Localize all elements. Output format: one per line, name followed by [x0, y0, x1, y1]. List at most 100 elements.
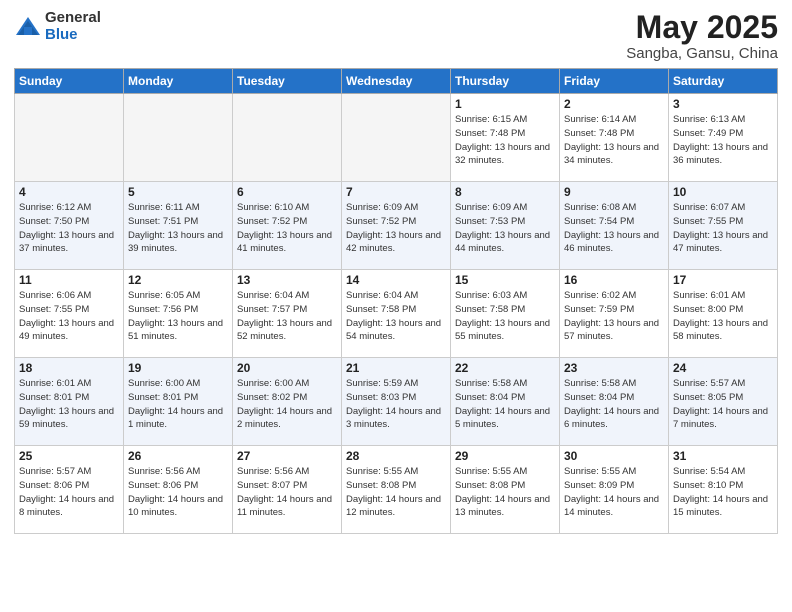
- date-number: 10: [673, 185, 773, 199]
- logo-icon: [14, 13, 42, 41]
- cell-info: Sunrise: 5:57 AM Sunset: 8:05 PM Dayligh…: [673, 377, 773, 432]
- cal-cell-4-4: 21 Sunrise: 5:59 AM Sunset: 8:03 PM Dayli…: [342, 358, 451, 446]
- calendar-table: SundayMondayTuesdayWednesdayThursdayFrid…: [14, 68, 778, 534]
- date-number: 12: [128, 273, 228, 287]
- week-row-4: 18 Sunrise: 6:01 AM Sunset: 8:01 PM Dayli…: [15, 358, 778, 446]
- cell-info: Sunrise: 6:02 AM Sunset: 7:59 PM Dayligh…: [564, 289, 664, 344]
- week-row-2: 4 Sunrise: 6:12 AM Sunset: 7:50 PM Daylig…: [15, 182, 778, 270]
- day-header-saturday: Saturday: [669, 69, 778, 94]
- cal-cell-5-1: 25Sunrise: 5:57 AM Sunset: 8:06 PM Dayli…: [15, 446, 124, 534]
- date-number: 17: [673, 273, 773, 287]
- cell-info: Sunrise: 6:08 AM Sunset: 7:54 PM Dayligh…: [564, 201, 664, 256]
- date-number: 3: [673, 97, 773, 111]
- cell-info: Sunrise: 6:03 AM Sunset: 7:58 PM Dayligh…: [455, 289, 555, 344]
- date-number: 9: [564, 185, 664, 199]
- cell-info: Sunrise: 6:14 AM Sunset: 7:48 PM Dayligh…: [564, 113, 664, 168]
- cal-cell-1-6: 2Sunrise: 6:14 AM Sunset: 7:48 PM Daylig…: [560, 94, 669, 182]
- cal-cell-3-5: 15 Sunrise: 6:03 AM Sunset: 7:58 PM Dayli…: [451, 270, 560, 358]
- cal-cell-4-6: 23 Sunrise: 5:58 AM Sunset: 8:04 PM Dayli…: [560, 358, 669, 446]
- cell-info: Sunrise: 6:05 AM Sunset: 7:56 PM Dayligh…: [128, 289, 228, 344]
- date-number: 19: [128, 361, 228, 375]
- cal-cell-1-4: [342, 94, 451, 182]
- cal-cell-4-7: 24 Sunrise: 5:57 AM Sunset: 8:05 PM Dayli…: [669, 358, 778, 446]
- date-number: 6: [237, 185, 337, 199]
- cell-info: Sunrise: 5:55 AM Sunset: 8:08 PM Dayligh…: [455, 465, 555, 520]
- cell-info: Sunrise: 5:57 AM Sunset: 8:06 PM Dayligh…: [19, 465, 119, 520]
- cal-cell-5-2: 26 Sunrise: 5:56 AM Sunset: 8:06 PM Dayli…: [124, 446, 233, 534]
- date-number: 26: [128, 449, 228, 463]
- header: General Blue May 2025 Sangba, Gansu, Chi…: [14, 10, 778, 62]
- cell-info: Sunrise: 6:13 AM Sunset: 7:49 PM Dayligh…: [673, 113, 773, 168]
- cal-cell-5-4: 28 Sunrise: 5:55 AM Sunset: 8:08 PM Dayli…: [342, 446, 451, 534]
- date-number: 18: [19, 361, 119, 375]
- cal-cell-3-3: 13 Sunrise: 6:04 AM Sunset: 7:57 PM Dayli…: [233, 270, 342, 358]
- date-number: 8: [455, 185, 555, 199]
- cal-cell-1-5: 1Sunrise: 6:15 AM Sunset: 7:48 PM Daylig…: [451, 94, 560, 182]
- day-header-wednesday: Wednesday: [342, 69, 451, 94]
- week-row-5: 25Sunrise: 5:57 AM Sunset: 8:06 PM Dayli…: [15, 446, 778, 534]
- header-row: SundayMondayTuesdayWednesdayThursdayFrid…: [15, 69, 778, 94]
- day-header-friday: Friday: [560, 69, 669, 94]
- date-number: 15: [455, 273, 555, 287]
- cell-info: Sunrise: 6:15 AM Sunset: 7:48 PM Dayligh…: [455, 113, 555, 168]
- cal-cell-2-3: 6Sunrise: 6:10 AM Sunset: 7:52 PM Daylig…: [233, 182, 342, 270]
- date-number: 21: [346, 361, 446, 375]
- date-number: 27: [237, 449, 337, 463]
- cal-cell-4-5: 22Sunrise: 5:58 AM Sunset: 8:04 PM Dayli…: [451, 358, 560, 446]
- subtitle: Sangba, Gansu, China: [626, 45, 778, 62]
- logo: General Blue: [14, 10, 101, 43]
- date-number: 5: [128, 185, 228, 199]
- cell-info: Sunrise: 6:01 AM Sunset: 8:00 PM Dayligh…: [673, 289, 773, 344]
- page: General Blue May 2025 Sangba, Gansu, Chi…: [0, 0, 792, 612]
- cal-cell-5-5: 29 Sunrise: 5:55 AM Sunset: 8:08 PM Dayli…: [451, 446, 560, 534]
- cal-cell-5-7: 31Sunrise: 5:54 AM Sunset: 8:10 PM Dayli…: [669, 446, 778, 534]
- cal-cell-3-2: 12 Sunrise: 6:05 AM Sunset: 7:56 PM Dayli…: [124, 270, 233, 358]
- cal-cell-3-6: 16Sunrise: 6:02 AM Sunset: 7:59 PM Dayli…: [560, 270, 669, 358]
- cal-cell-2-6: 9 Sunrise: 6:08 AM Sunset: 7:54 PM Daylig…: [560, 182, 669, 270]
- date-number: 20: [237, 361, 337, 375]
- date-number: 14: [346, 273, 446, 287]
- cell-info: Sunrise: 5:58 AM Sunset: 8:04 PM Dayligh…: [564, 377, 664, 432]
- cell-info: Sunrise: 5:55 AM Sunset: 8:08 PM Dayligh…: [346, 465, 446, 520]
- date-number: 4: [19, 185, 119, 199]
- cal-cell-5-3: 27Sunrise: 5:56 AM Sunset: 8:07 PM Dayli…: [233, 446, 342, 534]
- logo-text: General Blue: [45, 10, 101, 43]
- cell-info: Sunrise: 6:04 AM Sunset: 7:58 PM Dayligh…: [346, 289, 446, 344]
- cal-cell-3-7: 17 Sunrise: 6:01 AM Sunset: 8:00 PM Dayli…: [669, 270, 778, 358]
- cell-info: Sunrise: 6:09 AM Sunset: 7:52 PM Dayligh…: [346, 201, 446, 256]
- date-number: 31: [673, 449, 773, 463]
- date-number: 11: [19, 273, 119, 287]
- date-number: 29: [455, 449, 555, 463]
- title-block: May 2025 Sangba, Gansu, China: [626, 10, 778, 62]
- day-header-sunday: Sunday: [15, 69, 124, 94]
- cal-cell-3-1: 11 Sunrise: 6:06 AM Sunset: 7:55 PM Dayli…: [15, 270, 124, 358]
- cal-cell-4-2: 19Sunrise: 6:00 AM Sunset: 8:01 PM Dayli…: [124, 358, 233, 446]
- week-row-1: 1Sunrise: 6:15 AM Sunset: 7:48 PM Daylig…: [15, 94, 778, 182]
- cell-info: Sunrise: 5:56 AM Sunset: 8:06 PM Dayligh…: [128, 465, 228, 520]
- day-header-monday: Monday: [124, 69, 233, 94]
- date-number: 24: [673, 361, 773, 375]
- logo-general-text: General: [45, 10, 101, 27]
- date-number: 13: [237, 273, 337, 287]
- cal-cell-4-1: 18 Sunrise: 6:01 AM Sunset: 8:01 PM Dayli…: [15, 358, 124, 446]
- cell-info: Sunrise: 6:09 AM Sunset: 7:53 PM Dayligh…: [455, 201, 555, 256]
- cal-cell-5-6: 30Sunrise: 5:55 AM Sunset: 8:09 PM Dayli…: [560, 446, 669, 534]
- logo-blue-text: Blue: [45, 27, 101, 44]
- cell-info: Sunrise: 6:06 AM Sunset: 7:55 PM Dayligh…: [19, 289, 119, 344]
- week-row-3: 11 Sunrise: 6:06 AM Sunset: 7:55 PM Dayli…: [15, 270, 778, 358]
- cal-cell-2-2: 5Sunrise: 6:11 AM Sunset: 7:51 PM Daylig…: [124, 182, 233, 270]
- date-number: 30: [564, 449, 664, 463]
- cell-info: Sunrise: 5:59 AM Sunset: 8:03 PM Dayligh…: [346, 377, 446, 432]
- cell-info: Sunrise: 6:00 AM Sunset: 8:02 PM Dayligh…: [237, 377, 337, 432]
- date-number: 23: [564, 361, 664, 375]
- cal-cell-1-1: [15, 94, 124, 182]
- date-number: 7: [346, 185, 446, 199]
- cal-cell-2-1: 4 Sunrise: 6:12 AM Sunset: 7:50 PM Daylig…: [15, 182, 124, 270]
- date-number: 28: [346, 449, 446, 463]
- cell-info: Sunrise: 6:04 AM Sunset: 7:57 PM Dayligh…: [237, 289, 337, 344]
- cell-info: Sunrise: 6:01 AM Sunset: 8:01 PM Dayligh…: [19, 377, 119, 432]
- cal-cell-1-3: [233, 94, 342, 182]
- cell-info: Sunrise: 6:12 AM Sunset: 7:50 PM Dayligh…: [19, 201, 119, 256]
- cal-cell-2-4: 7 Sunrise: 6:09 AM Sunset: 7:52 PM Daylig…: [342, 182, 451, 270]
- cell-info: Sunrise: 6:07 AM Sunset: 7:55 PM Dayligh…: [673, 201, 773, 256]
